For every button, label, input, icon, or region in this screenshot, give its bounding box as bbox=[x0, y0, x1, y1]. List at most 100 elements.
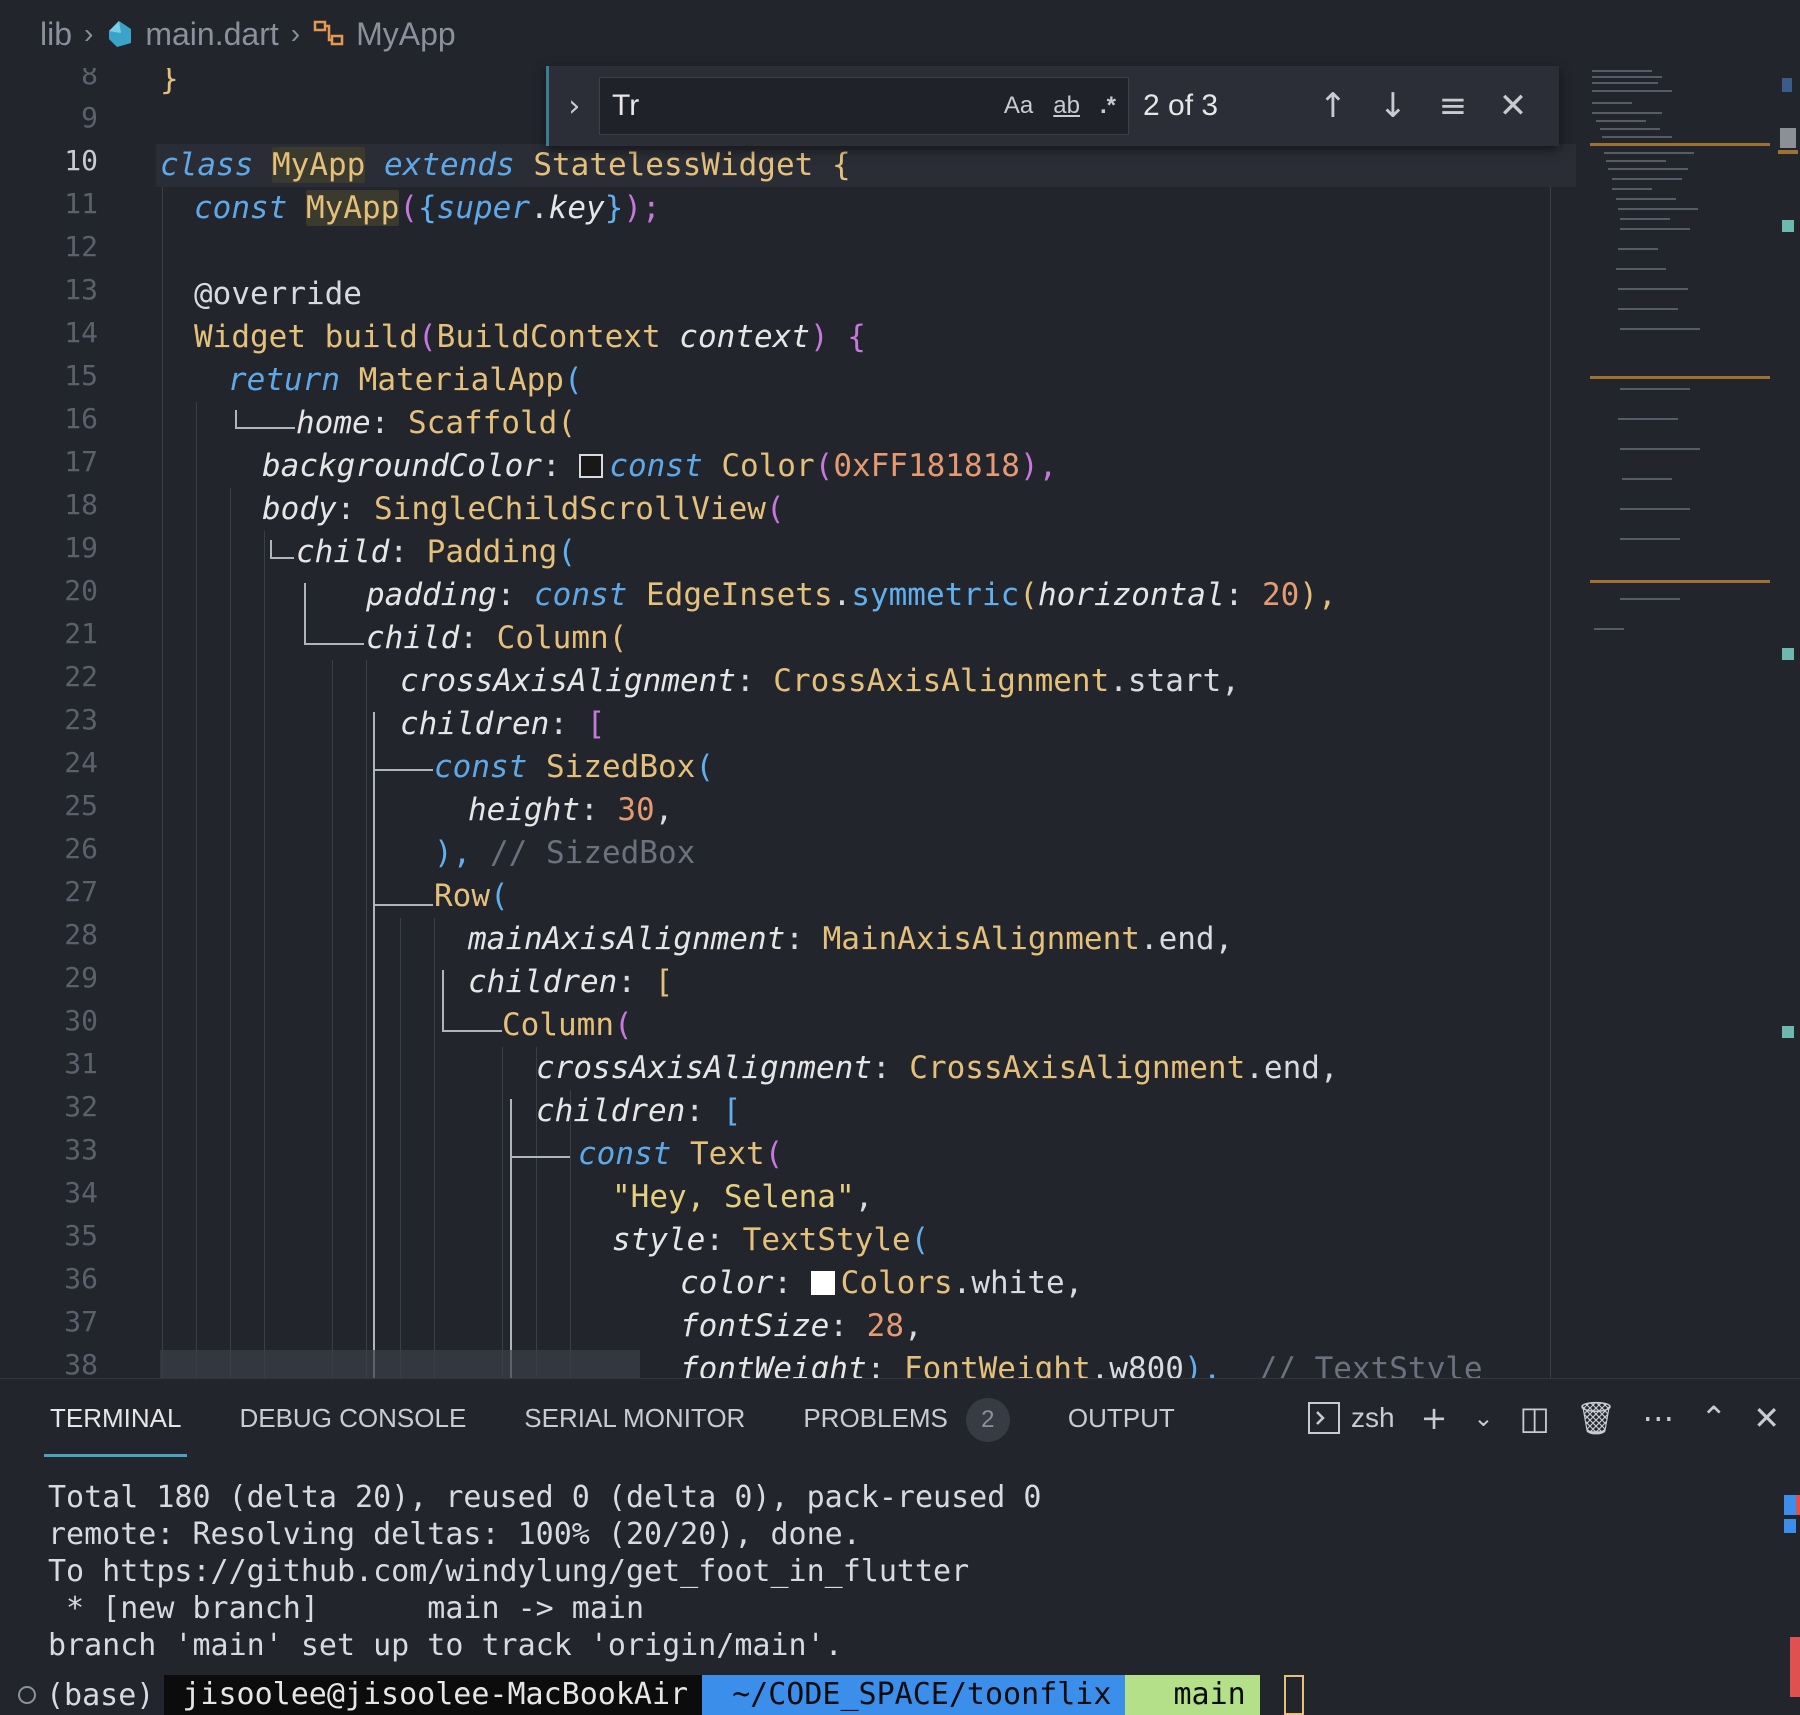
line-number: 8 bbox=[81, 68, 98, 91]
line-number: 20 bbox=[64, 574, 98, 607]
code-line: body: SingleChildScrollView( bbox=[262, 491, 785, 527]
code-line: height: 30, bbox=[468, 792, 674, 828]
line-number: 17 bbox=[64, 445, 98, 478]
code-line: const Text( bbox=[578, 1136, 784, 1172]
line-number: 35 bbox=[64, 1219, 98, 1252]
breadcrumb: lib › main.dart › MyApp bbox=[0, 0, 1800, 68]
terminal-line: * [new branch] main -> main bbox=[48, 1591, 645, 1626]
tab-problems[interactable]: PROBLEMS 2 bbox=[803, 1379, 1010, 1457]
find-input-value[interactable]: Tr bbox=[612, 89, 984, 123]
indent-guide bbox=[400, 918, 401, 1378]
code-line: "Hey, Selena", bbox=[612, 1179, 874, 1215]
split-terminal-icon[interactable]: ◫ bbox=[1520, 1399, 1550, 1437]
find-match-count: 2 of 3 bbox=[1143, 89, 1219, 122]
match-case-toggle[interactable]: Aa bbox=[1004, 92, 1033, 120]
indent-guide bbox=[162, 170, 163, 1378]
find-widget: › Tr Aa ab .* 2 of 3 ↑ ↓ ≡ ✕ bbox=[546, 66, 1559, 146]
toggle-replace-chevron-icon[interactable]: › bbox=[549, 89, 599, 124]
code-editor[interactable]: 8 9 10 11 12 13 14 15 16 17 18 19 20 21 … bbox=[0, 68, 1580, 1378]
terminal-line: To https://github.com/windylung/get_foot… bbox=[48, 1554, 970, 1589]
line-number: 38 bbox=[64, 1348, 98, 1378]
line-number: 28 bbox=[64, 918, 98, 951]
line-number: 19 bbox=[64, 531, 98, 564]
shell-name: zsh bbox=[1351, 1402, 1395, 1433]
tab-output[interactable]: OUTPUT bbox=[1068, 1379, 1175, 1457]
chevron-down-icon[interactable]: ⌄ bbox=[1473, 1404, 1493, 1432]
bracket-guide bbox=[373, 768, 375, 1378]
line-number: 24 bbox=[64, 746, 98, 779]
terminal-line: Total 180 (delta 20), reused 0 (delta 0)… bbox=[48, 1480, 1042, 1515]
line-number: 26 bbox=[64, 832, 98, 865]
find-in-selection-icon[interactable]: ≡ bbox=[1423, 86, 1483, 126]
line-number: 32 bbox=[64, 1090, 98, 1123]
line-number: 36 bbox=[64, 1262, 98, 1295]
code-line: style: TextStyle( bbox=[612, 1222, 930, 1258]
dart-file-icon bbox=[109, 21, 132, 47]
horizontal-scrollbar[interactable] bbox=[160, 1350, 640, 1378]
color-swatch[interactable] bbox=[579, 453, 604, 478]
line-number: 30 bbox=[64, 1004, 98, 1037]
color-swatch[interactable] bbox=[810, 1270, 835, 1295]
line-number: 25 bbox=[64, 789, 98, 822]
indent-guide bbox=[332, 660, 333, 1378]
terminal-line: branch 'main' set up to track 'origin/ma… bbox=[48, 1628, 843, 1663]
prompt-branch-name: main bbox=[1173, 1677, 1246, 1712]
line-number: 18 bbox=[64, 488, 98, 521]
prompt-directory: ~/CODE_SPACE/toonflix bbox=[702, 1675, 1126, 1715]
line-number: 12 bbox=[64, 230, 98, 263]
close-panel-icon[interactable]: ✕ bbox=[1753, 1399, 1780, 1437]
prompt-status-circle-icon bbox=[18, 1686, 36, 1704]
code-line: color: Colors.white, bbox=[680, 1265, 1084, 1301]
indent-guide bbox=[264, 531, 265, 1378]
breadcrumb-myapp[interactable]: MyApp bbox=[312, 16, 456, 53]
problems-count-badge: 2 bbox=[965, 1398, 1010, 1442]
tab-serial-monitor[interactable]: SERIAL MONITOR bbox=[524, 1379, 745, 1457]
breadcrumb-main-dart[interactable]: main.dart bbox=[105, 16, 279, 53]
terminal-icon bbox=[1308, 1402, 1341, 1434]
arrow-up-icon[interactable]: ↑ bbox=[1303, 86, 1363, 126]
terminal-shell-selector[interactable]: zsh bbox=[1307, 1401, 1395, 1435]
new-terminal-plus-icon[interactable]: + bbox=[1421, 1399, 1448, 1437]
code-line: crossAxisAlignment: CrossAxisAlignment.s… bbox=[400, 663, 1240, 699]
code-line-current: class MyApp extends StatelessWidget { bbox=[156, 144, 1576, 187]
code-line: children: [ bbox=[468, 964, 674, 1000]
whole-word-toggle[interactable]: ab bbox=[1053, 92, 1080, 120]
chevron-right-icon: › bbox=[84, 18, 94, 49]
line-number: 31 bbox=[64, 1047, 98, 1080]
minimap-find-highlight bbox=[1590, 143, 1770, 146]
bottom-panel: TERMINAL DEBUG CONSOLE SERIAL MONITOR PR… bbox=[0, 1378, 1800, 1715]
code-area[interactable]: } 💡 class MyApp extends StatelessWidget … bbox=[156, 68, 1576, 1378]
bracket-guide bbox=[304, 583, 364, 645]
prompt-git-branch: main bbox=[1125, 1675, 1260, 1715]
code-line: child: Padding( bbox=[296, 534, 576, 570]
tab-debug-console[interactable]: DEBUG CONSOLE bbox=[239, 1379, 466, 1457]
code-line: children: [ bbox=[536, 1093, 742, 1129]
code-line: } bbox=[160, 68, 179, 97]
terminal-prompt[interactable]: (base) jisoolee@jisoolee-MacBookAir ~/CO… bbox=[18, 1675, 1304, 1715]
overview-ruler[interactable] bbox=[1776, 68, 1798, 1368]
prompt-conda-env: (base) bbox=[46, 1677, 155, 1713]
code-line: crossAxisAlignment: CrossAxisAlignment.e… bbox=[536, 1050, 1339, 1086]
breadcrumb-lib[interactable]: lib bbox=[40, 16, 72, 53]
line-number: 16 bbox=[64, 402, 98, 435]
close-icon[interactable]: ✕ bbox=[1483, 86, 1543, 126]
terminal-error-mark bbox=[1796, 1495, 1800, 1515]
line-number: 21 bbox=[64, 617, 98, 650]
arrow-down-icon[interactable]: ↓ bbox=[1363, 86, 1423, 126]
line-number: 15 bbox=[64, 359, 98, 392]
regex-toggle[interactable]: .* bbox=[1100, 92, 1116, 120]
terminal-output[interactable]: Total 180 (delta 20), reused 0 (delta 0)… bbox=[48, 1479, 1041, 1664]
indent-guide bbox=[570, 1090, 571, 1378]
terminal-scroll-mark bbox=[1784, 1519, 1796, 1533]
code-line: Row( bbox=[434, 878, 509, 914]
maximize-panel-chevron-up-icon[interactable]: ⌃ bbox=[1700, 1399, 1727, 1437]
code-line: fontSize: 28, bbox=[680, 1308, 923, 1344]
indent-guide bbox=[366, 660, 367, 1378]
line-number: 34 bbox=[64, 1176, 98, 1209]
minimap[interactable] bbox=[1590, 68, 1770, 648]
tab-terminal[interactable]: TERMINAL bbox=[43, 1379, 188, 1457]
find-input[interactable]: Tr Aa ab .* bbox=[599, 77, 1129, 135]
more-actions-icon[interactable]: ⋯ bbox=[1642, 1399, 1674, 1437]
trash-icon[interactable]: 🗑 bbox=[1576, 1399, 1617, 1437]
line-number: 37 bbox=[64, 1305, 98, 1338]
